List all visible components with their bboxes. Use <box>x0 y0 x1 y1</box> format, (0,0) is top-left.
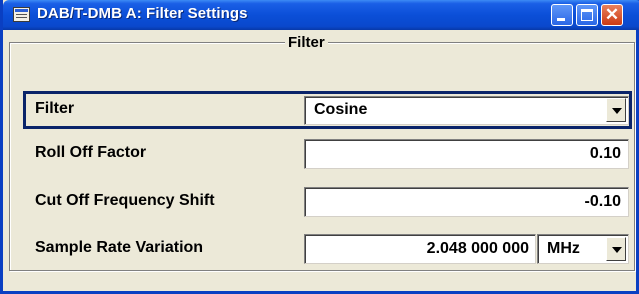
sample-rate-label: Sample Rate Variation <box>35 239 204 256</box>
close-icon: ✕ <box>604 5 620 24</box>
roll-off-value: 0.10 <box>589 145 621 162</box>
maximize-button[interactable] <box>576 4 598 26</box>
roll-off-input[interactable]: 0.10 <box>304 139 629 169</box>
cut-off-input[interactable]: -0.10 <box>304 187 629 217</box>
roll-off-row: Roll Off Factor 0.10 <box>23 135 632 171</box>
chevron-down-icon[interactable] <box>606 98 626 122</box>
filter-select[interactable]: Cosine <box>304 96 629 125</box>
sample-rate-value: 2.048 000 000 <box>426 240 529 257</box>
title-bar[interactable]: DAB/T-DMB A: Filter Settings ✕ <box>3 0 639 30</box>
sample-rate-unit-select[interactable]: MHz <box>537 234 629 264</box>
group-title: Filter <box>285 34 328 51</box>
minimize-icon <box>557 18 565 21</box>
filter-select-value: Cosine <box>314 101 368 118</box>
sample-rate-unit: MHz <box>547 240 580 257</box>
app-window-icon[interactable] <box>13 7 30 22</box>
maximize-icon <box>581 9 593 21</box>
minimize-button[interactable] <box>551 4 573 26</box>
filter-settings-window: DAB/T-DMB A: Filter Settings ✕ Filter Fi… <box>0 0 639 294</box>
chevron-down-icon[interactable] <box>606 237 626 261</box>
cut-off-row: Cut Off Frequency Shift -0.10 <box>23 184 632 220</box>
sample-rate-row: Sample Rate Variation 2.048 000 000 MHz <box>23 230 632 266</box>
filter-row: Filter Cosine <box>23 91 632 129</box>
cut-off-label: Cut Off Frequency Shift <box>35 192 215 209</box>
window-title: DAB/T-DMB A: Filter Settings <box>37 5 248 22</box>
close-button[interactable]: ✕ <box>601 4 623 26</box>
filter-label: Filter <box>35 100 75 117</box>
sample-rate-input[interactable]: 2.048 000 000 <box>304 234 536 264</box>
cut-off-value: -0.10 <box>584 193 621 210</box>
roll-off-label: Roll Off Factor <box>35 144 147 161</box>
